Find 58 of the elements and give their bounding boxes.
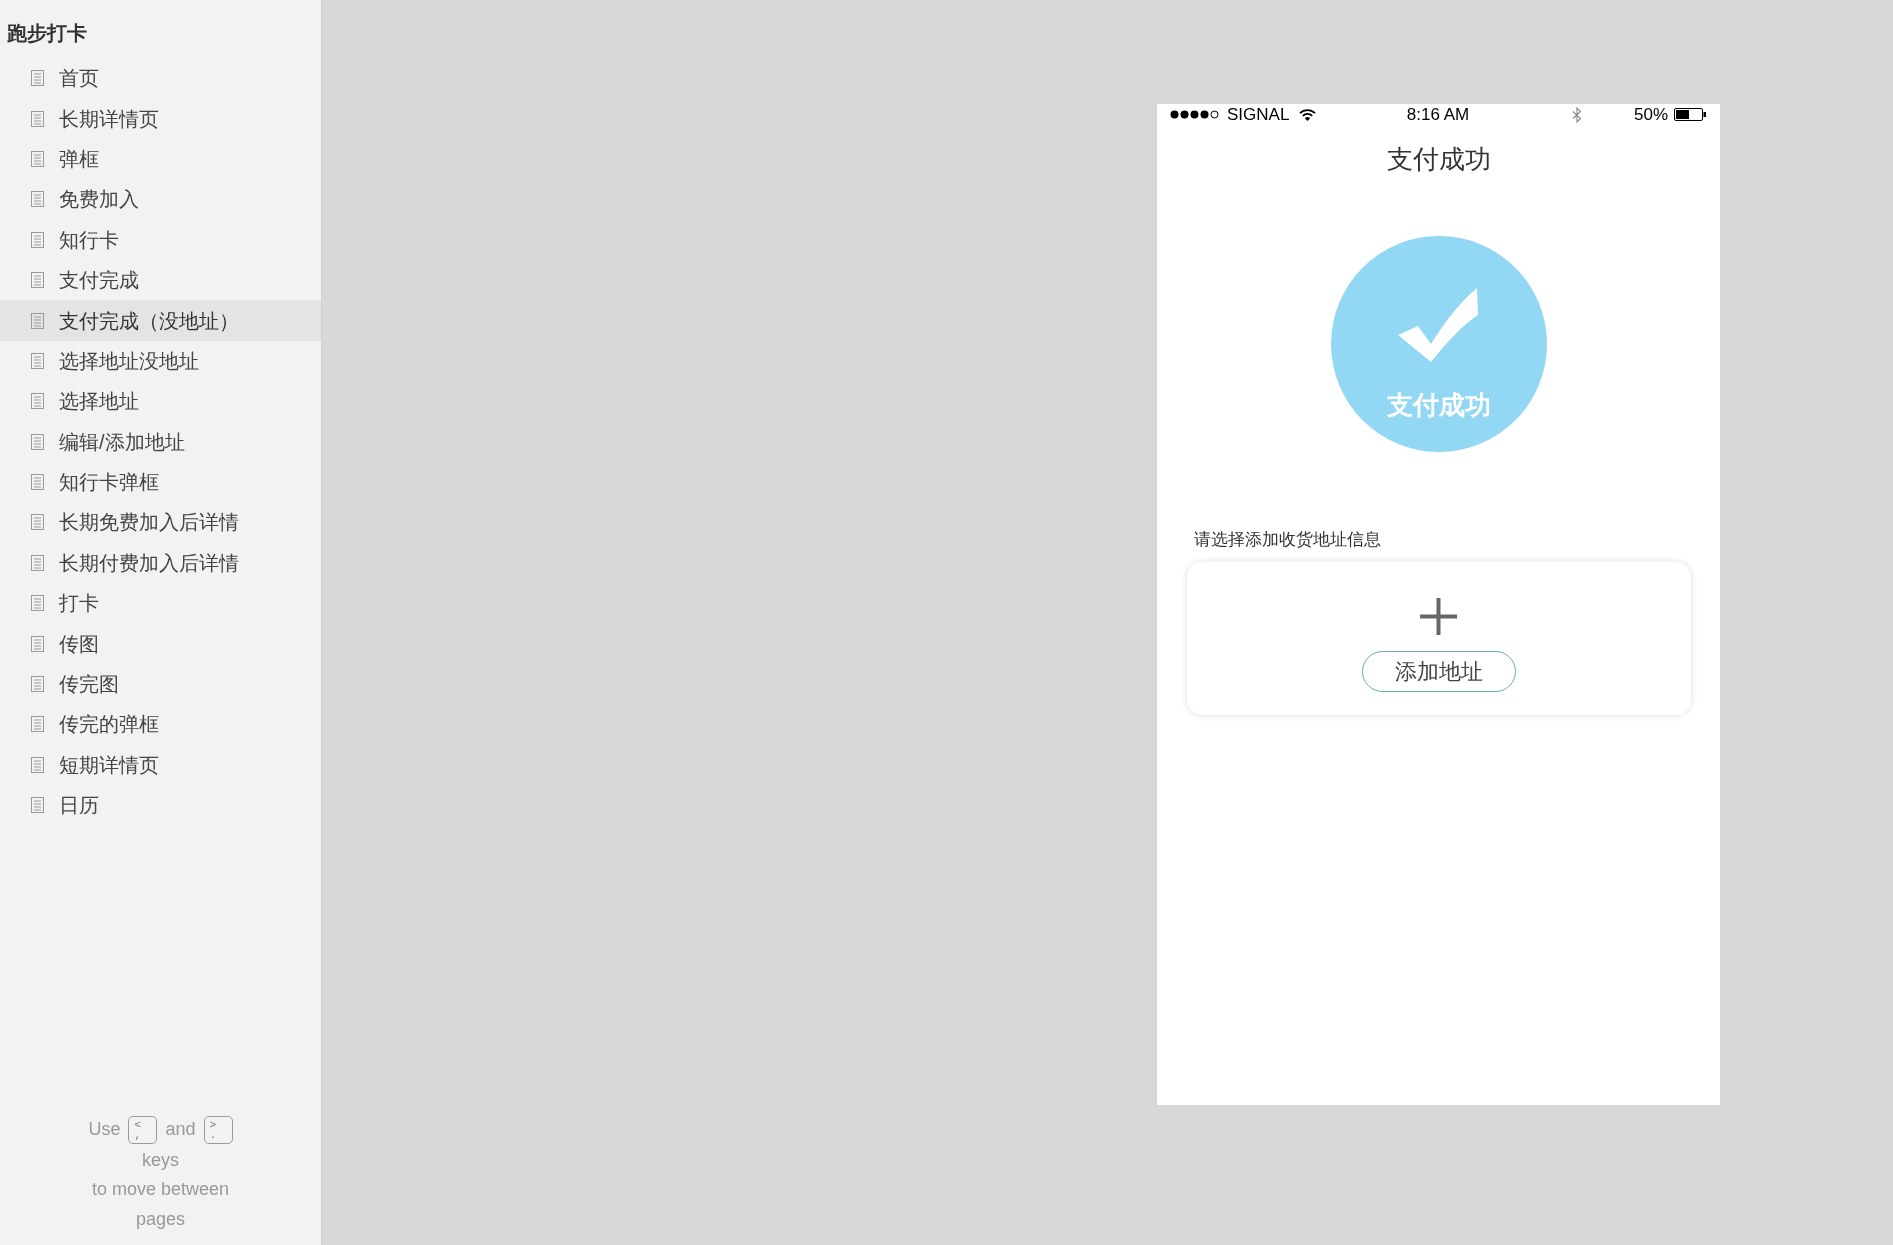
success-label: 支付成功 <box>1386 390 1491 420</box>
document-icon <box>31 393 44 410</box>
page-item[interactable]: 传完图 <box>0 663 321 705</box>
check-icon <box>1398 288 1479 362</box>
hint-text: Use <box>88 1117 121 1141</box>
carrier-text: SIGNAL <box>1227 106 1290 123</box>
document-icon <box>31 474 44 491</box>
document-icon <box>31 70 44 87</box>
key-cap: < , <box>128 1115 158 1144</box>
battery-percent: 50% <box>1633 106 1668 123</box>
document-icon <box>31 191 44 208</box>
page-item[interactable]: 打卡 <box>0 583 321 624</box>
page-item[interactable]: 长期免费加入后详情 <box>0 502 321 543</box>
hint-text: pages <box>135 1207 185 1231</box>
document-icon <box>31 312 44 329</box>
page-title: 支付成功 <box>1386 142 1491 176</box>
page-item[interactable]: 支付完成 <box>0 259 321 301</box>
bluetooth-icon <box>1571 106 1582 123</box>
wifi-icon <box>1299 108 1317 121</box>
document-icon <box>31 595 44 612</box>
page-item[interactable]: 传图 <box>0 623 321 664</box>
hint-text: to move between <box>91 1178 230 1201</box>
clock-text: 8:16 AM <box>1406 106 1470 123</box>
document-icon <box>31 797 44 814</box>
page-item[interactable]: 选择地址 <box>0 381 321 422</box>
address-prompt: 请选择添加收货地址信息 <box>1194 529 1381 551</box>
page-item[interactable]: 选择地址没地址 <box>0 340 321 382</box>
document-icon <box>31 110 44 127</box>
hint-text: and <box>165 1117 196 1141</box>
document-icon <box>31 554 44 571</box>
key-cap: > . <box>203 1115 233 1144</box>
document-icon <box>31 272 44 289</box>
document-icon <box>31 676 44 693</box>
plus-icon <box>1420 598 1457 635</box>
document-icon <box>31 514 44 531</box>
page-item[interactable]: 长期详情页 <box>0 98 321 139</box>
signal-icon <box>1170 110 1219 119</box>
document-icon <box>31 352 44 369</box>
battery-icon <box>1674 108 1706 121</box>
project-title: 跑步打卡 <box>6 21 88 46</box>
page-item[interactable]: 日历 <box>0 785 321 826</box>
document-icon <box>31 150 44 167</box>
document-icon <box>31 635 44 652</box>
page-item[interactable]: 传完的弹框 <box>0 704 321 745</box>
page-item[interactable]: 编辑/添加地址 <box>0 421 321 462</box>
page-item[interactable]: 知行卡 <box>0 219 321 260</box>
hint-text: keys <box>142 1148 179 1172</box>
document-icon <box>31 433 44 450</box>
page-item[interactable]: 免费加入 <box>0 179 321 220</box>
page-item[interactable]: 知行卡弹框 <box>0 461 321 503</box>
page-item[interactable]: 短期详情页 <box>0 744 321 786</box>
page-item[interactable]: 支付完成（没地址） <box>0 300 321 341</box>
page-item[interactable]: 首页 <box>0 58 321 99</box>
page-item[interactable]: 弹框 <box>0 138 321 180</box>
document-icon <box>31 756 44 773</box>
document-icon <box>31 231 44 248</box>
document-icon <box>31 716 44 733</box>
page-item[interactable]: 长期付费加入后详情 <box>0 542 321 584</box>
